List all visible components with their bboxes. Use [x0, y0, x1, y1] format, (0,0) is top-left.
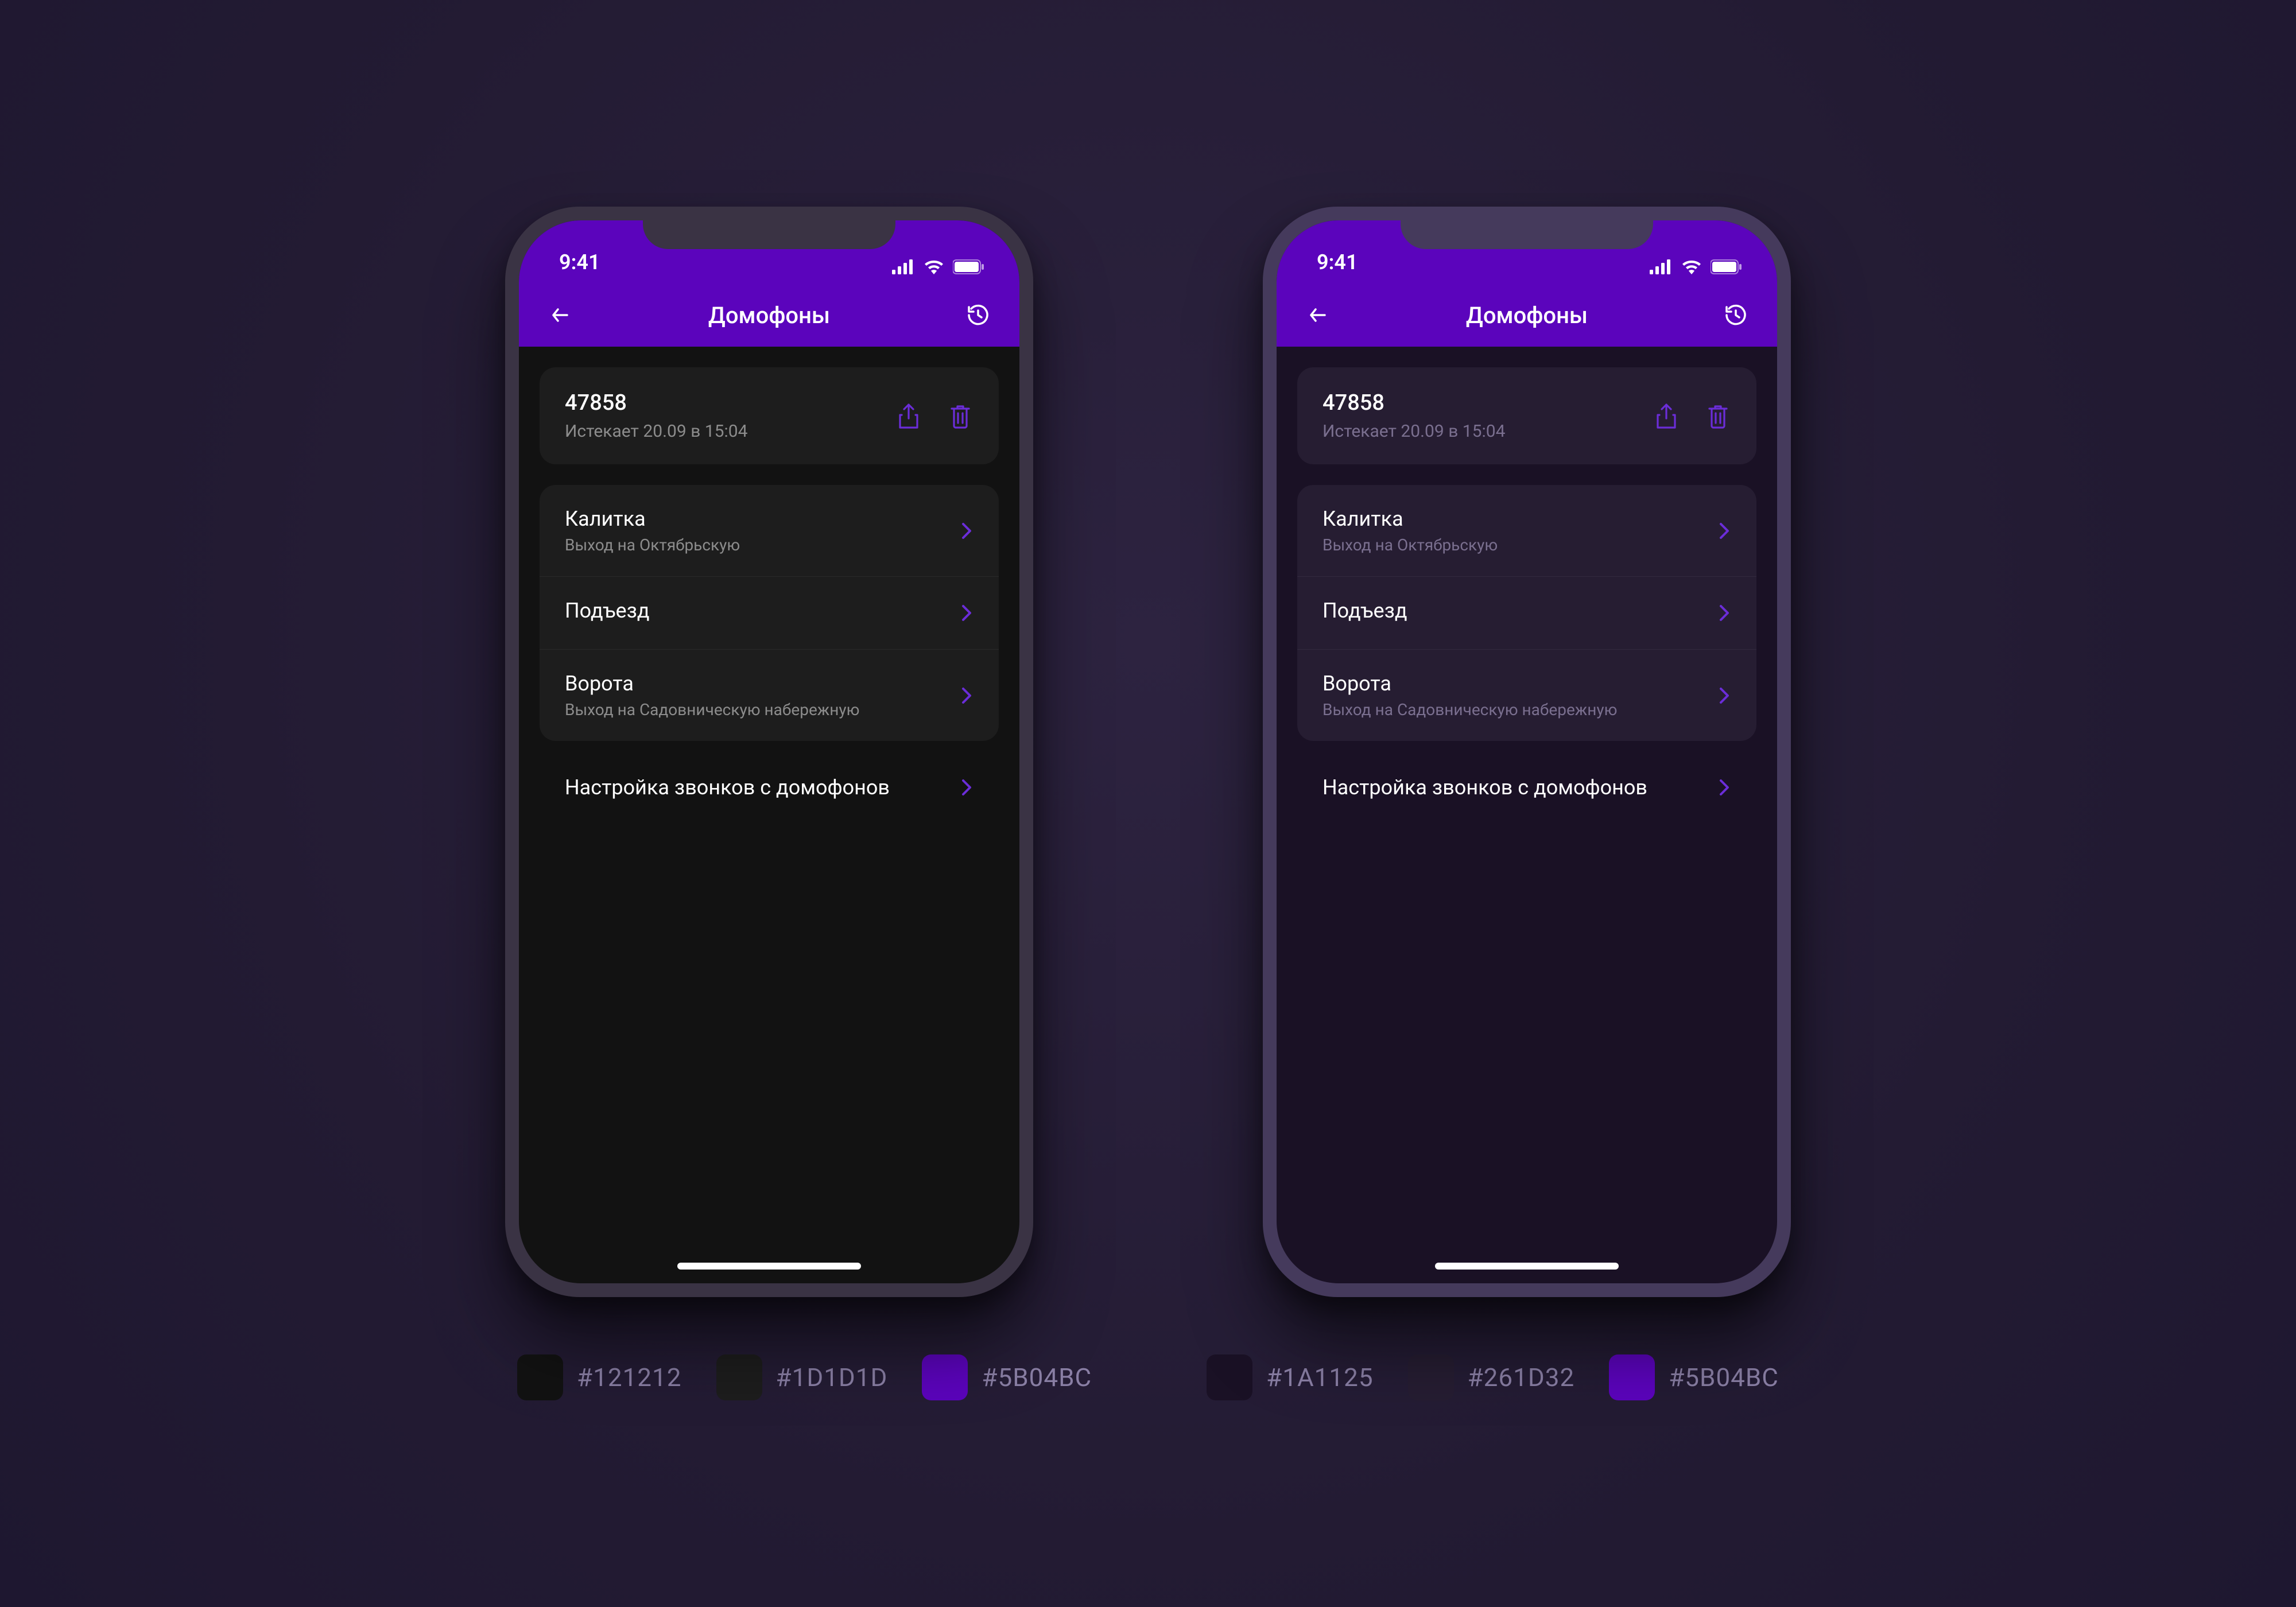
home-indicator[interactable] [1435, 1263, 1619, 1270]
chevron-right-icon [960, 521, 974, 541]
back-button[interactable] [544, 299, 576, 331]
swatch-item: #1A1125 [1207, 1354, 1373, 1400]
chevron-right-icon [960, 685, 974, 706]
battery-icon [1711, 259, 1743, 274]
chevron-right-icon [960, 777, 974, 798]
palette-purple: #1A1125 #261D32 #5B04BC [1207, 1354, 1779, 1400]
swatch-item: #1D1D1D [716, 1354, 888, 1400]
swatch-label: #5B04BC [1669, 1363, 1779, 1392]
settings-link-row[interactable]: Настройка звонков с домофонов [540, 752, 999, 822]
door-title: Ворота [1322, 671, 1618, 696]
door-title: Ворота [565, 671, 860, 696]
door-row-gate[interactable]: Калитка Выход на Октябрьскую [1297, 485, 1756, 577]
palettes-row: #121212 #1D1D1D #5B04BC #1A1125 #261D32 … [517, 1354, 1779, 1400]
settings-link-row[interactable]: Настройка звонков с домофонов [1297, 752, 1756, 822]
app-nav-bar: Домофоны [519, 284, 1019, 347]
screen-content: 47858 Истекает 20.09 в 15:04 [1277, 347, 1777, 822]
status-indicators [892, 259, 985, 274]
swatch-item: #5B04BC [922, 1354, 1092, 1400]
history-button[interactable] [962, 299, 994, 331]
settings-link-label: Настройка звонков с домофонов [1322, 775, 1647, 799]
wifi-icon [923, 259, 945, 274]
swatch-item: #121212 [517, 1354, 681, 1400]
swatch-label: #1D1D1D [776, 1363, 888, 1392]
phone-screen-purple: 9:41 Домофоны [1277, 220, 1777, 1283]
color-swatch [517, 1354, 563, 1400]
color-swatch [1609, 1354, 1655, 1400]
color-swatch [1207, 1354, 1252, 1400]
door-row-gates[interactable]: Ворота Выход на Садовническую набережную [540, 650, 999, 741]
key-card-actions [1653, 403, 1731, 429]
back-button[interactable] [1302, 299, 1334, 331]
door-subtitle: Выход на Садовническую набережную [565, 700, 860, 719]
phones-container: 9:41 Домофоны [505, 207, 1791, 1297]
cellular-signal-icon [892, 259, 915, 274]
swatch-label: #121212 [577, 1363, 681, 1392]
status-time: 9:41 [559, 250, 600, 274]
color-swatch [716, 1354, 762, 1400]
screen-content: 47858 Истекает 20.09 в 15:04 [519, 347, 1019, 822]
door-subtitle: Выход на Садовническую набережную [1322, 700, 1618, 719]
chevron-right-icon [1717, 777, 1731, 798]
nav-title: Домофоны [708, 302, 830, 329]
door-subtitle: Выход на Октябрьскую [565, 535, 740, 554]
phone-screen-dark: 9:41 Домофоны [519, 220, 1019, 1283]
chevron-right-icon [1717, 685, 1731, 706]
door-title: Подъезд [565, 599, 650, 623]
chevron-right-icon [1717, 521, 1731, 541]
chevron-right-icon [1717, 603, 1731, 623]
app-nav-bar: Домофоны [1277, 284, 1777, 347]
key-card-text: 47858 Истекает 20.09 в 15:04 [1322, 390, 1506, 441]
key-code: 47858 [1322, 390, 1506, 416]
nav-title: Домофоны [1466, 302, 1588, 329]
swatch-label: #5B04BC [982, 1363, 1092, 1392]
status-time: 9:41 [1317, 250, 1358, 274]
history-button[interactable] [1720, 299, 1752, 331]
door-row-entrance[interactable]: Подъезд [540, 577, 999, 650]
door-title: Калитка [1322, 507, 1498, 531]
phone-mockup-dark: 9:41 Домофоны [505, 207, 1033, 1297]
wifi-icon [1681, 259, 1702, 274]
key-code: 47858 [565, 390, 748, 416]
swatch-item: #261D32 [1408, 1354, 1575, 1400]
door-title: Подъезд [1322, 599, 1407, 623]
key-expiry: Истекает 20.09 в 15:04 [565, 421, 748, 441]
key-card-actions [895, 403, 974, 429]
settings-link-label: Настройка звонков с домофонов [565, 775, 890, 799]
color-swatch [1408, 1354, 1454, 1400]
delete-button[interactable] [947, 403, 974, 429]
swatch-label: #261D32 [1468, 1363, 1575, 1392]
cellular-signal-icon [1650, 259, 1673, 274]
key-card-text: 47858 Истекает 20.09 в 15:04 [565, 390, 748, 441]
phone-notch [643, 207, 895, 249]
doors-list: Калитка Выход на Октябрьскую Подъезд [540, 485, 999, 741]
swatch-label: #1A1125 [1266, 1363, 1373, 1392]
phone-mockup-purple: 9:41 Домофоны [1263, 207, 1791, 1297]
share-button[interactable] [895, 403, 922, 429]
key-expiry: Истекает 20.09 в 15:04 [1322, 421, 1506, 441]
doors-list: Калитка Выход на Октябрьскую Подъезд [1297, 485, 1756, 741]
door-row-gates[interactable]: Ворота Выход на Садовническую набережную [1297, 650, 1756, 741]
chevron-right-icon [960, 603, 974, 623]
delete-button[interactable] [1705, 403, 1731, 429]
key-card: 47858 Истекает 20.09 в 15:04 [540, 367, 999, 464]
share-button[interactable] [1653, 403, 1680, 429]
door-row-entrance[interactable]: Подъезд [1297, 577, 1756, 650]
color-swatch [922, 1354, 968, 1400]
battery-icon [953, 259, 985, 274]
door-title: Калитка [565, 507, 740, 531]
door-row-gate[interactable]: Калитка Выход на Октябрьскую [540, 485, 999, 577]
phone-notch [1401, 207, 1653, 249]
palette-dark: #121212 #1D1D1D #5B04BC [517, 1354, 1092, 1400]
key-card: 47858 Истекает 20.09 в 15:04 [1297, 367, 1756, 464]
door-subtitle: Выход на Октябрьскую [1322, 535, 1498, 554]
status-indicators [1650, 259, 1743, 274]
home-indicator[interactable] [677, 1263, 861, 1270]
swatch-item: #5B04BC [1609, 1354, 1779, 1400]
